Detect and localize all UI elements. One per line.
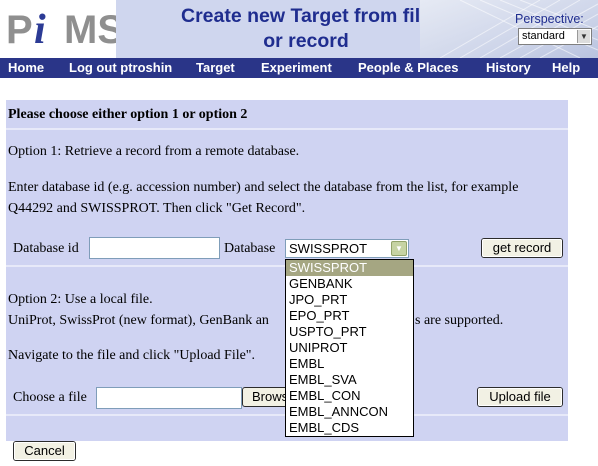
database-option-uspto-prt[interactable]: USPTO_PRT — [286, 324, 413, 340]
cancel-label: Cancel — [14, 442, 75, 460]
logo-letter-p: P — [6, 8, 33, 52]
supported-formats-text: UniProt, SwissProt (new format), GenBank… — [8, 313, 269, 328]
navigate-instructions: Navigate to the file and click "Upload F… — [8, 348, 256, 363]
logo-letters-ms: MS — [64, 8, 124, 52]
nav-logout[interactable]: Log out ptroshin — [69, 58, 172, 78]
database-id-label: Database id — [13, 241, 79, 256]
database-select[interactable]: SWISSPROT ▼ — [285, 239, 409, 258]
database-option-swissprot[interactable]: SWISSPROT — [286, 260, 413, 276]
pims-logo[interactable]: P i MS — [4, 2, 124, 56]
database-id-input[interactable] — [89, 237, 220, 259]
divider — [6, 128, 568, 130]
perspective-value: standard — [522, 30, 565, 42]
upload-file-button[interactable]: Upload file — [477, 387, 563, 407]
database-option-embl-sva[interactable]: EMBL_SVA — [286, 372, 413, 388]
option1-label: Option 1: Retrieve a record from a remot… — [8, 144, 300, 159]
option2-label: Option 2: Use a local file. — [8, 292, 153, 307]
nav-history[interactable]: History — [486, 58, 531, 78]
main-nav: Home Log out ptroshin Target Experiment … — [0, 58, 598, 78]
nav-people-places[interactable]: People & Places — [358, 58, 458, 78]
chevron-down-icon[interactable]: ▼ — [391, 241, 407, 256]
database-selected-value: SWISSPROT — [289, 241, 368, 256]
get-record-button[interactable]: get record — [481, 238, 563, 258]
file-path-input[interactable] — [96, 387, 242, 409]
header: P i MS Create new Target from file or re… — [0, 0, 598, 59]
perspective-select[interactable]: standard ▼ — [518, 28, 592, 45]
database-option-embl-con[interactable]: EMBL_CON — [286, 388, 413, 404]
database-option-genbank[interactable]: GENBANK — [286, 276, 413, 292]
database-option-embl[interactable]: EMBL — [286, 356, 413, 372]
database-option-epo-prt[interactable]: EPO_PRT — [286, 308, 413, 324]
database-option-jpo-prt[interactable]: JPO_PRT — [286, 292, 413, 308]
nav-target[interactable]: Target — [196, 58, 235, 78]
get-record-label: get record — [482, 239, 562, 257]
database-option-uniprot[interactable]: UNIPROT — [286, 340, 413, 356]
perspective-label: Perspective: — [515, 12, 584, 26]
choose-file-label: Choose a file — [13, 390, 87, 405]
database-label: Database — [224, 241, 276, 256]
database-option-embl-anncon[interactable]: EMBL_ANNCON — [286, 404, 413, 420]
supported-formats-text-end: s are supported. — [415, 313, 504, 328]
logo-letter-i: i — [34, 7, 46, 53]
upload-file-label: Upload file — [478, 388, 562, 406]
nav-home[interactable]: Home — [8, 58, 44, 78]
nav-help[interactable]: Help — [552, 58, 580, 78]
chevron-down-icon[interactable]: ▼ — [577, 30, 590, 43]
form-heading: Please choose either option 1 or option … — [8, 107, 248, 122]
cancel-button[interactable]: Cancel — [13, 441, 76, 461]
database-dropdown-list[interactable]: SWISSPROT GENBANK JPO_PRT EPO_PRT USPTO_… — [285, 259, 414, 437]
database-option-embl-cds[interactable]: EMBL_CDS — [286, 420, 413, 436]
instructions-line2: Q44292 and SWISSPROT. Then click "Get Re… — [8, 201, 306, 216]
instructions-line1: Enter database id (e.g. accession number… — [8, 180, 519, 195]
nav-experiment[interactable]: Experiment — [261, 58, 332, 78]
